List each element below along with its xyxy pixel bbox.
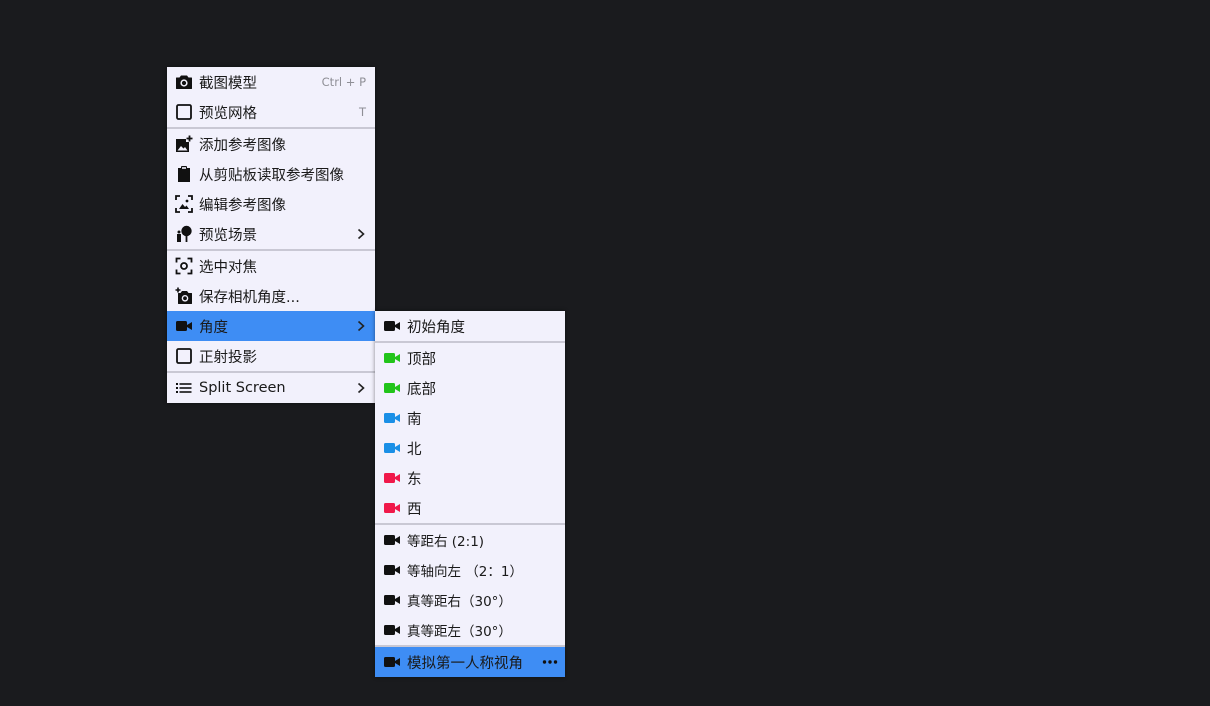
angle-item-bottom[interactable]: 底部 [375,373,565,403]
video-camera-icon [383,653,401,671]
menu-item-label: 选中对焦 [199,259,257,276]
menu-item-split-screen[interactable]: Split Screen [167,373,375,403]
video-camera-blue-icon [383,439,401,457]
menu-item-label: 正射投影 [199,349,257,366]
video-camera-green-icon [383,379,401,397]
angle-item-iso-left[interactable]: 等轴向左 （2：1） [375,555,565,585]
angle-item-initial[interactable]: 初始角度 [375,311,565,341]
angle-item-true-iso-left[interactable]: 真等距左（30°） [375,615,565,645]
angle-item-west[interactable]: 西 [375,493,565,523]
chevron-right-icon [355,320,367,332]
menu-item-label: 预览场景 [199,227,257,244]
angle-item-east[interactable]: 东 [375,463,565,493]
add-image-icon [175,135,193,153]
menu-item-label: 底部 [407,381,436,398]
video-camera-blue-icon [383,409,401,427]
menu-item-paste-reference-image[interactable]: 从剪贴板读取参考图像 [167,159,375,189]
add-camera-icon [175,287,193,305]
menu-item-label: Split Screen [199,380,286,396]
menu-item-label: 预览网格 [199,105,257,122]
chevron-right-icon [355,228,367,240]
chevron-right-icon [355,382,367,394]
angle-item-iso-right[interactable]: 等距右 (2:1) [375,525,565,555]
menu-item-label: 等轴向左 （2：1） [407,564,523,580]
menu-item-label: 初始角度 [407,319,465,336]
video-camera-icon [383,621,401,639]
camera-icon [175,73,193,91]
video-camera-red-icon [383,499,401,517]
list-icon [175,379,193,397]
clipboard-icon [175,165,193,183]
menu-item-label: 等距右 (2:1) [407,534,485,550]
checkbox-icon[interactable] [175,347,193,365]
video-camera-icon [383,531,401,549]
menu-item-label: 编辑参考图像 [199,197,286,214]
menu-item-edit-reference-image[interactable]: 编辑参考图像 [167,189,375,219]
tree-icon [175,225,193,243]
video-camera-icon [383,591,401,609]
menu-item-label: 北 [407,441,422,458]
focus-icon [175,257,193,275]
video-camera-icon [383,561,401,579]
menu-item-label: 真等距左（30°） [407,624,512,640]
menu-item-label: 东 [407,471,422,488]
menu-item-screenshot-model[interactable]: 截图模型 Ctrl + P [167,67,375,97]
video-camera-icon [383,317,401,335]
angle-item-north[interactable]: 北 [375,433,565,463]
menu-item-label: 真等距右（30°） [407,594,512,610]
menu-item-label: 保存相机角度... [199,289,300,306]
menu-item-label: 从剪贴板读取参考图像 [199,167,344,184]
angle-item-true-iso-right[interactable]: 真等距右（30°） [375,585,565,615]
menu-item-orthographic[interactable]: 正射投影 [167,341,375,371]
menu-item-label: 西 [407,501,422,518]
angle-item-first-person[interactable]: 模拟第一人称视角 [375,647,565,677]
menu-item-preview-grid[interactable]: 预览网格 T [167,97,375,127]
shortcut-label: Ctrl + P [321,75,366,89]
menu-item-label: 顶部 [407,351,436,368]
menu-item-save-camera-angle[interactable]: 保存相机角度... [167,281,375,311]
angle-item-south[interactable]: 南 [375,403,565,433]
video-camera-icon [175,317,193,335]
checkbox-icon[interactable] [175,103,193,121]
menu-item-preview-scene[interactable]: 预览场景 [167,219,375,249]
menu-item-label: 南 [407,411,422,428]
shortcut-label: T [358,105,366,119]
context-menu: 截图模型 Ctrl + P 预览网格 T 添加参考图像 从剪贴板读取参考图像 编… [167,67,375,403]
angle-submenu: 初始角度 顶部 底部 南 北 东 西 等距右 (2:1) 等轴向左 （2：1） … [375,311,565,677]
menu-item-add-reference-image[interactable]: 添加参考图像 [167,129,375,159]
video-camera-green-icon [383,349,401,367]
video-camera-red-icon [383,469,401,487]
menu-item-label: 角度 [199,319,228,336]
menu-item-label: 添加参考图像 [199,137,286,154]
more-options-icon[interactable] [542,657,558,667]
menu-item-angle[interactable]: 角度 [167,311,375,341]
angle-item-top[interactable]: 顶部 [375,343,565,373]
image-frame-icon [175,195,193,213]
menu-item-focus-selection[interactable]: 选中对焦 [167,251,375,281]
